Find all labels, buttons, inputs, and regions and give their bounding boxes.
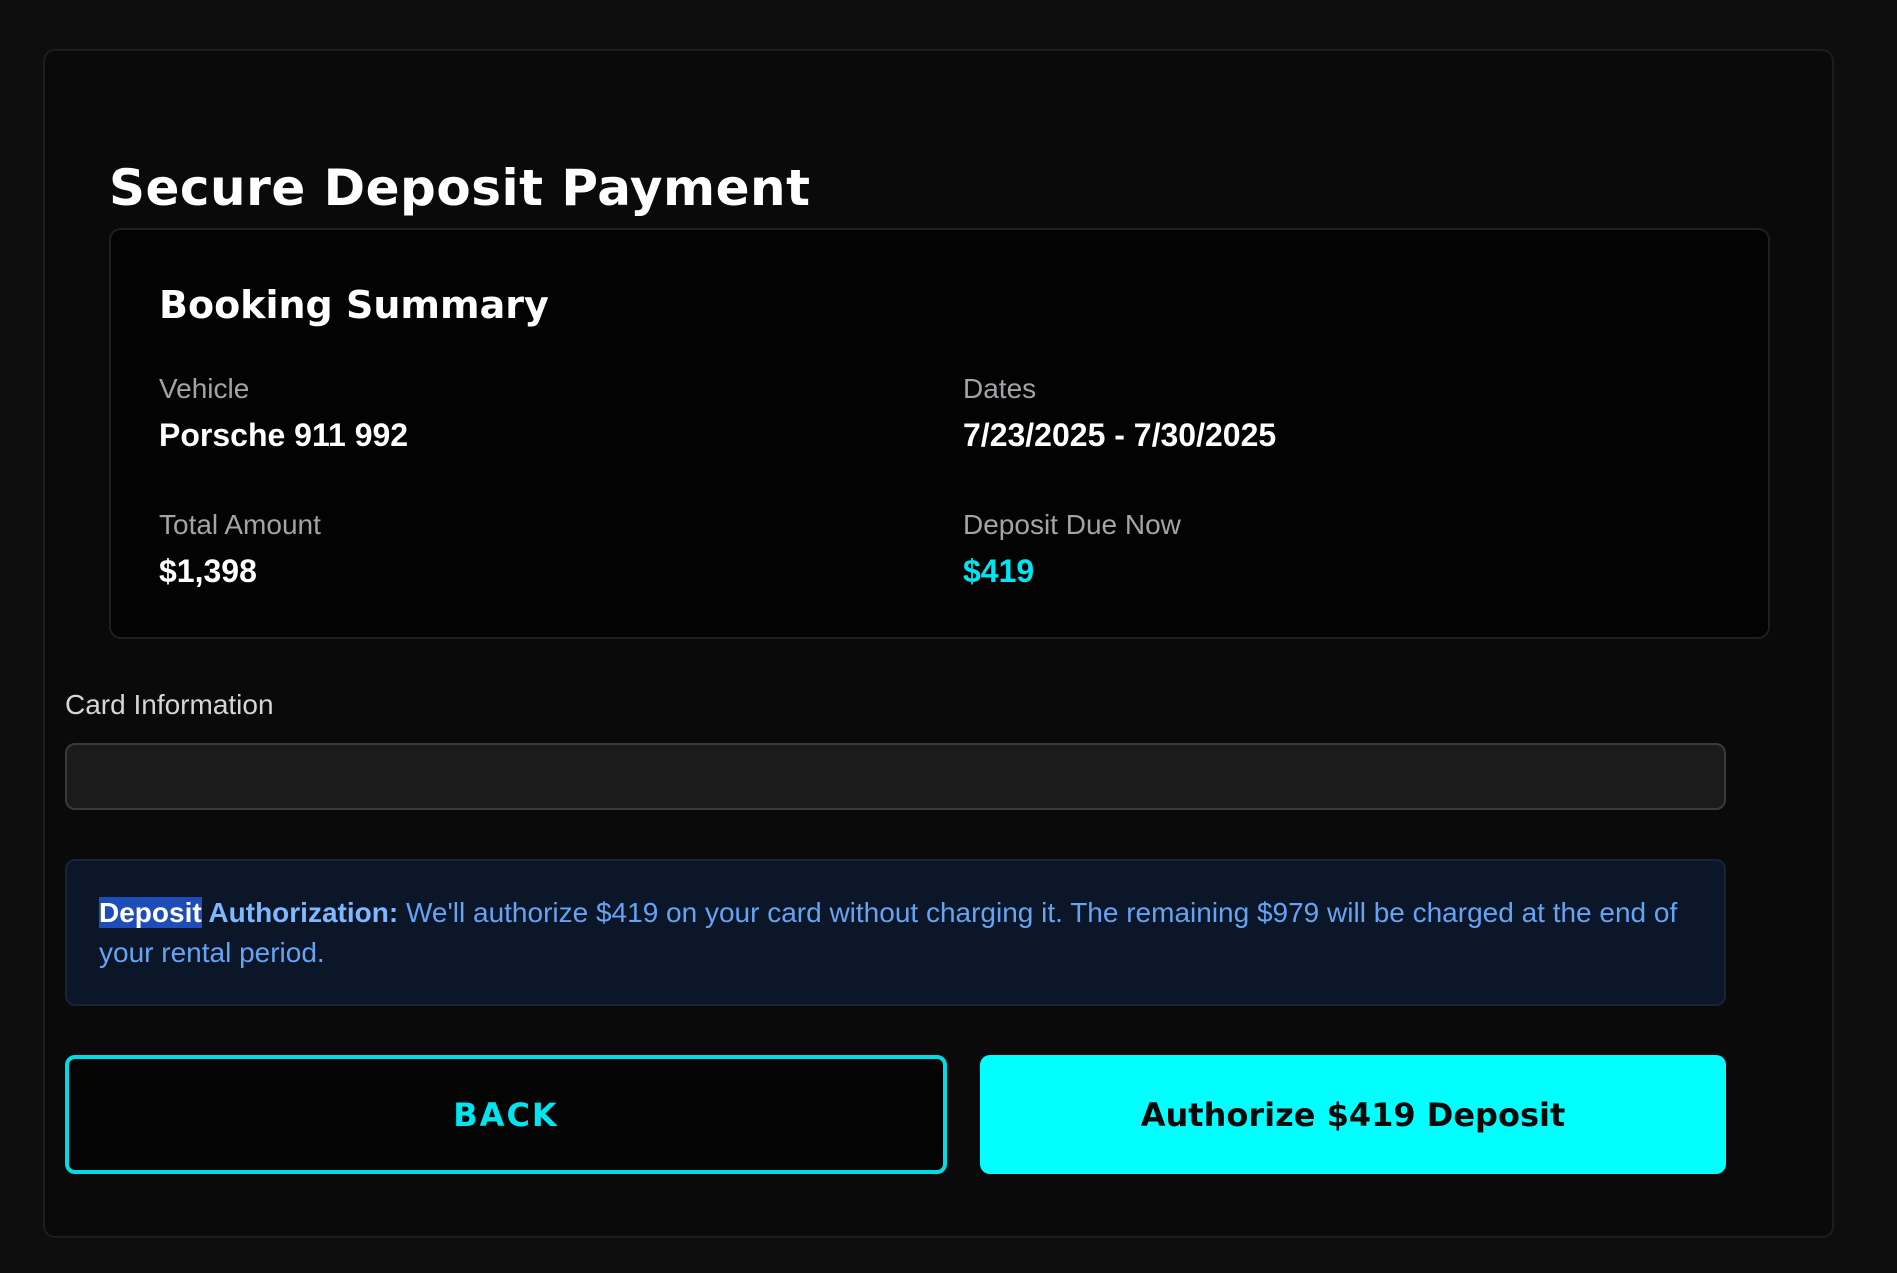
deposit-due-value: $419 xyxy=(963,553,1035,589)
authorize-deposit-button[interactable]: Authorize $419 Deposit xyxy=(980,1055,1726,1174)
booking-summary-title: Booking Summary xyxy=(159,283,549,327)
dates-field: Dates 7/23/2025 - 7/30/2025 xyxy=(963,373,1277,453)
vehicle-value: Porsche 911 992 xyxy=(159,417,409,453)
deposit-due-label: Deposit Due Now xyxy=(963,509,1181,540)
total-amount-value: $1,398 xyxy=(159,553,257,589)
booking-summary-card: Booking Summary Vehicle Porsche 911 992 … xyxy=(109,228,1770,639)
vehicle-label: Vehicle xyxy=(159,373,250,404)
back-button[interactable]: BACK xyxy=(65,1055,947,1174)
dates-value: 7/23/2025 - 7/30/2025 xyxy=(963,417,1277,453)
notice-highlighted-word: Deposit xyxy=(99,897,202,928)
total-amount-label: Total Amount xyxy=(159,509,321,540)
deposit-due-field: Deposit Due Now $419 xyxy=(963,509,1181,589)
page-title: Secure Deposit Payment xyxy=(109,159,811,217)
card-information-input[interactable] xyxy=(65,743,1726,810)
notice-heading: Authorization: xyxy=(201,897,399,928)
dates-label: Dates xyxy=(963,373,1037,404)
deposit-authorization-notice: Deposit Authorization: We'll authorize $… xyxy=(65,859,1726,1006)
total-amount-field: Total Amount $1,398 xyxy=(159,509,321,589)
card-information-label: Card Information xyxy=(65,689,274,720)
vehicle-field: Vehicle Porsche 911 992 xyxy=(159,373,409,453)
